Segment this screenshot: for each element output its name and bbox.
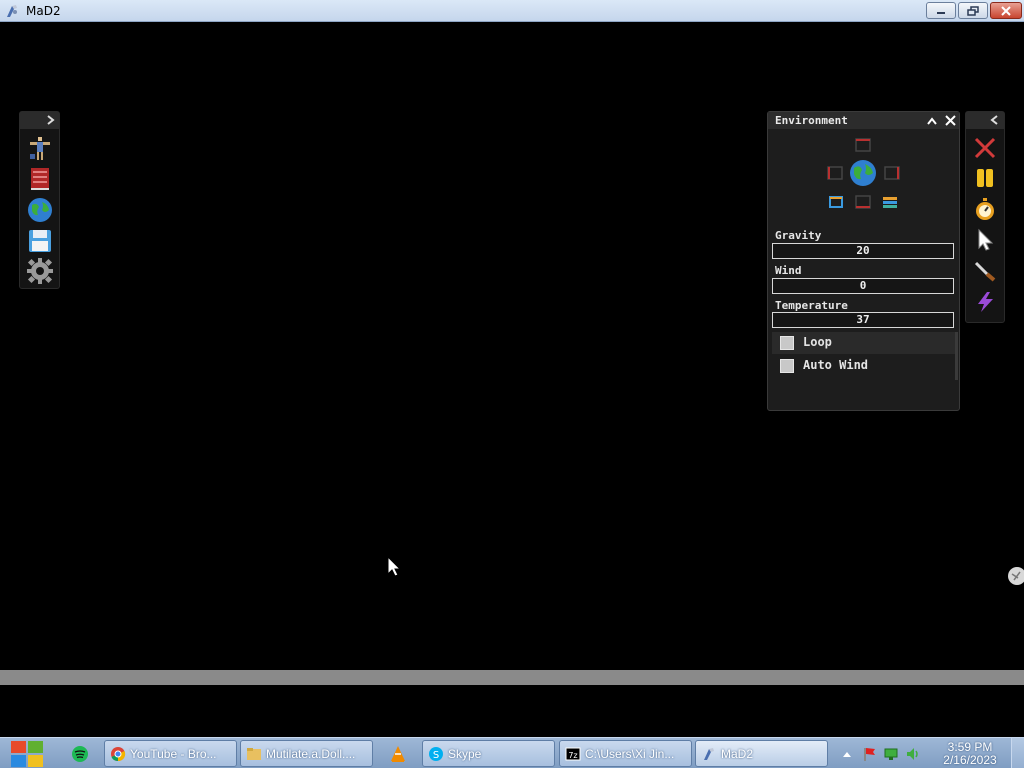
chrome-icon [111, 746, 126, 761]
left-toolbar [19, 111, 60, 289]
taskbar-item-mad2[interactable]: MaD2 [695, 740, 828, 767]
chevron-left-icon[interactable] [989, 113, 1001, 127]
window-titlebar[interactable]: MaD2 [0, 0, 1024, 22]
panel-scrollbar[interactable] [955, 332, 958, 380]
taskbar-item-folder[interactable]: Mutilate.a.Doll.... [240, 740, 373, 767]
pause-button[interactable] [972, 165, 998, 191]
globe-icon[interactable] [26, 196, 54, 224]
tray-network[interactable] [880, 743, 902, 765]
taskbar-item-youtube[interactable]: YouTube - Bro... [104, 740, 237, 767]
environment-panel-header[interactable]: Environment [768, 112, 959, 129]
ragdoll-fragment-icon[interactable] [1005, 562, 1024, 590]
loop-checkbox-row[interactable]: Loop [772, 332, 955, 354]
windows-taskbar: YouTube - Bro... Mutilate.a.Doll.... S S… [0, 737, 1024, 768]
vlc-pinned[interactable] [385, 741, 411, 767]
close-icon [1001, 5, 1011, 16]
ragdoll-icon[interactable] [26, 134, 54, 162]
chevron-up-icon [843, 752, 851, 757]
book-icon[interactable] [26, 165, 54, 193]
mad2-app-icon [704, 747, 714, 760]
auto-wind-label: Auto Wind [803, 358, 869, 372]
auto-wind-checkbox[interactable] [780, 359, 794, 373]
minimize-icon [937, 11, 945, 14]
settings-gear-icon[interactable] [26, 257, 54, 285]
taskbar-item-label: YouTube - Bro... [130, 746, 217, 761]
right-toolbar-header[interactable] [966, 112, 1004, 129]
right-toolbar [965, 111, 1005, 323]
close-icon [944, 115, 956, 126]
vlc-icon [391, 746, 405, 762]
knife-tool-button[interactable] [972, 258, 998, 284]
svg-text:S: S [433, 750, 439, 761]
gravity-input[interactable]: 20 [772, 243, 954, 259]
floor-band [0, 670, 1024, 685]
bottom-wall-toggle-icon[interactable] [855, 195, 871, 209]
system-tray [836, 741, 924, 767]
spotify-icon [72, 746, 88, 762]
folder-icon [247, 747, 261, 760]
pointer-tool-button[interactable] [972, 227, 998, 253]
taskbar-item-label: C:\Users\Xi Jin... [585, 746, 675, 761]
windows-start-icon[interactable] [8, 738, 46, 768]
restore-icon [967, 5, 979, 16]
loop-checkbox[interactable] [780, 336, 794, 350]
pause-icon [977, 169, 993, 187]
knife-icon [974, 261, 996, 282]
7zip-icon: 7z [565, 747, 581, 760]
environment-borders-selector [768, 130, 959, 220]
show-desktop-button[interactable] [1011, 738, 1024, 768]
environment-panel-title: Environment [775, 114, 848, 127]
environment-panel: Environment Gravity 20 Wind 0 Temperatur… [767, 111, 960, 411]
clear-button[interactable] [972, 135, 998, 161]
skype-icon: S [429, 746, 443, 761]
left-wall-toggle-icon[interactable] [827, 166, 843, 180]
collapse-panel-button[interactable] [924, 113, 940, 128]
volume-icon [907, 748, 918, 760]
close-panel-button[interactable] [942, 113, 958, 128]
layers-toggle-icon[interactable] [882, 195, 898, 209]
screen: MaD2 Environment Gravity 20 Wind 0 Tempe… [0, 0, 1024, 768]
network-icon [884, 748, 898, 760]
auto-wind-checkbox-row[interactable]: Auto Wind [772, 355, 955, 377]
taskbar-item-skype[interactable]: S Skype [422, 740, 555, 767]
svg-text:7z: 7z [568, 751, 577, 760]
slow-motion-button[interactable] [972, 196, 998, 222]
taskbar-item-7zip[interactable]: 7z C:\Users\Xi Jin... [559, 740, 692, 767]
chevron-up-icon [927, 116, 937, 125]
stopwatch-icon [976, 198, 994, 220]
tray-volume[interactable] [902, 743, 924, 765]
minimize-button[interactable] [926, 2, 956, 19]
save-disk-icon[interactable] [26, 227, 54, 255]
clear-x-icon [974, 137, 996, 159]
restore-button[interactable] [958, 2, 988, 19]
lightning-tool-button[interactable] [972, 289, 998, 315]
taskbar-item-label: Mutilate.a.Doll.... [266, 746, 356, 761]
loop-label: Loop [803, 335, 832, 349]
all-walls-toggle-icon[interactable] [828, 195, 844, 209]
top-wall-toggle-icon[interactable] [855, 138, 871, 152]
taskbar-item-label: MaD2 [721, 746, 754, 761]
temperature-label: Temperature [775, 299, 848, 312]
mad2-app-icon [7, 5, 17, 17]
chevron-right-icon[interactable] [44, 113, 56, 127]
taskbar-clock[interactable]: 3:59 PM 2/16/2023 [936, 741, 1004, 767]
left-toolbar-header[interactable] [20, 112, 59, 129]
wind-label: Wind [775, 264, 802, 277]
right-wall-toggle-icon[interactable] [884, 166, 900, 180]
tray-expand[interactable] [836, 743, 858, 765]
tray-action-center[interactable] [858, 743, 880, 765]
temperature-input[interactable]: 37 [772, 312, 954, 328]
taskbar-item-label: Skype [448, 746, 482, 761]
mouse-cursor-icon [387, 556, 401, 577]
action-center-flag-icon [864, 748, 875, 761]
close-button[interactable] [990, 2, 1022, 19]
wind-input[interactable]: 0 [772, 278, 954, 294]
lightning-icon [978, 292, 993, 312]
window-title: MaD2 [26, 4, 61, 18]
pointer-icon [978, 228, 994, 251]
spotify-pinned[interactable] [67, 741, 93, 767]
gravity-label: Gravity [775, 229, 822, 242]
clock-date: 2/16/2023 [943, 753, 997, 767]
globe-icon[interactable] [848, 158, 878, 188]
